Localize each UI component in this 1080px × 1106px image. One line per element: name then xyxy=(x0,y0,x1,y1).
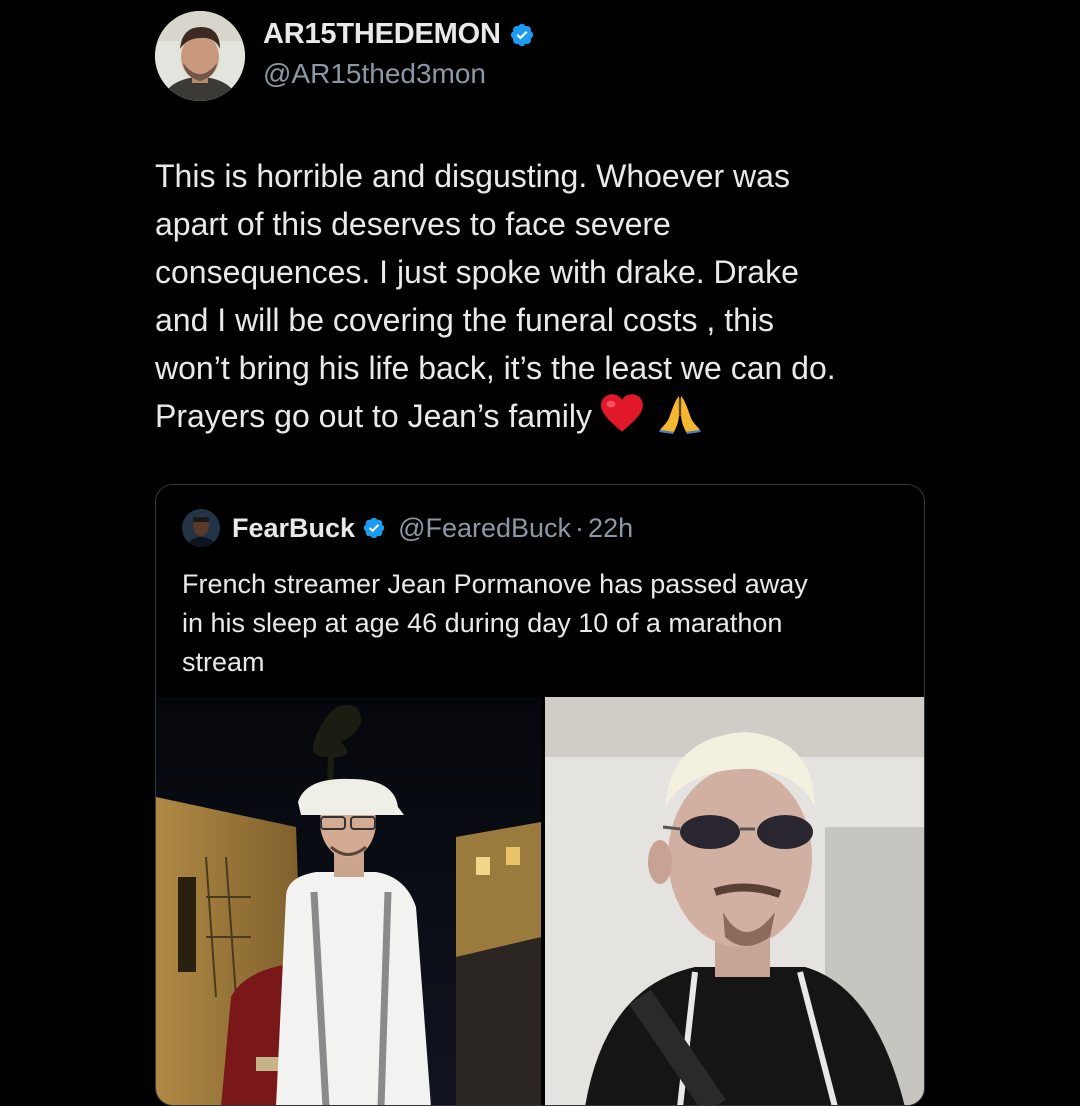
verified-badge-icon xyxy=(362,516,386,540)
red-heart-emoji-icon xyxy=(600,394,644,434)
author-handle[interactable]: @AR15thed3mon xyxy=(263,58,486,90)
tweet-text-line: Prayers go out to Jean’s family xyxy=(155,398,592,434)
tweet-body: This is horrible and disgusting. Whoever… xyxy=(155,152,945,440)
tweet: AR15THEDEMON @AR15thed3mon This is horri… xyxy=(0,0,1080,1106)
verified-badge-icon xyxy=(509,22,535,48)
quoted-author-handle[interactable]: @FearedBuck xyxy=(398,513,571,544)
quoted-tweet-header: FearBuck @FearedBuck · 22h xyxy=(182,509,633,547)
dot-separator: · xyxy=(575,512,585,543)
quoted-text-line: stream xyxy=(182,647,265,677)
tweet-text-last-line: Prayers go out to Jean’s family xyxy=(155,392,945,440)
tweet-text-line: and I will be covering the funeral costs… xyxy=(155,302,774,338)
user-avatar-icon xyxy=(182,509,220,547)
user-avatar-icon xyxy=(155,11,245,101)
quoted-tweet-card[interactable]: FearBuck @FearedBuck · 22h French stream… xyxy=(155,484,925,1106)
author-display-name[interactable]: AR15THEDEMON xyxy=(263,18,501,51)
quoted-text-line: in his sleep at age 46 during day 10 of … xyxy=(182,608,783,638)
folded-hands-emoji-icon xyxy=(658,394,702,434)
tweet-text-line: apart of this deserves to face severe xyxy=(155,206,671,242)
author-avatar[interactable] xyxy=(155,11,245,101)
quoted-tweet-body: French streamer Jean Pormanove has passe… xyxy=(182,565,902,682)
quoted-tweet-timestamp[interactable]: 22h xyxy=(588,513,633,544)
author-name-row[interactable]: AR15THEDEMON xyxy=(263,18,535,51)
photo-man-night-street[interactable] xyxy=(156,697,541,1105)
quoted-text-line: French streamer Jean Pormanove has passe… xyxy=(182,569,808,599)
tweet-text-line: consequences. I just spoke with drake. D… xyxy=(155,254,799,290)
tweet-text-line: This is horrible and disgusting. Whoever… xyxy=(155,158,790,194)
quoted-tweet-media xyxy=(156,697,924,1105)
quoted-author-avatar[interactable] xyxy=(182,509,220,547)
photo-man-sunglasses[interactable] xyxy=(545,697,924,1105)
tweet-text-line: won’t bring his life back, it’s the leas… xyxy=(155,350,836,386)
quoted-author-display-name[interactable]: FearBuck xyxy=(232,513,355,544)
